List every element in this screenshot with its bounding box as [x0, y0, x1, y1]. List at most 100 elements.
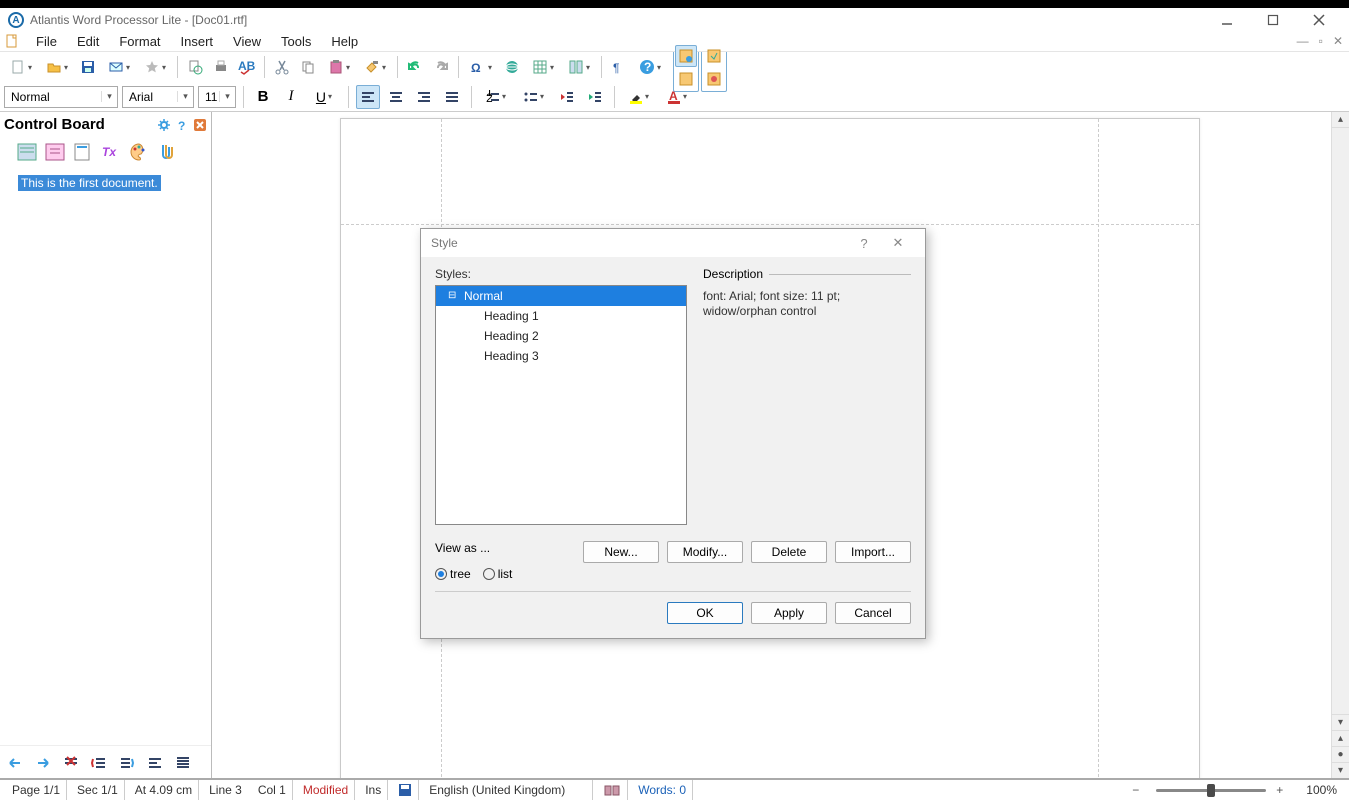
cb-tab-list-icon[interactable] — [44, 141, 66, 163]
status-page[interactable]: Page 1/1 — [6, 780, 67, 800]
cb-tab-headings-icon[interactable] — [16, 141, 38, 163]
styles-listbox[interactable]: Normal Heading 1 Heading 2 Heading 3 — [435, 285, 687, 525]
mail-button[interactable]: ▾ — [102, 55, 136, 79]
status-language[interactable]: English (United Kingdom) — [423, 780, 593, 800]
help-icon[interactable]: ? — [175, 118, 189, 132]
scroll-up-icon[interactable]: ▴ — [1332, 112, 1349, 128]
cb-tab-styles-icon[interactable]: Tx — [100, 141, 122, 163]
maximize-button[interactable] — [1261, 8, 1285, 32]
menu-tools[interactable]: Tools — [271, 32, 321, 51]
status-zoom[interactable]: 100% — [1294, 780, 1343, 800]
new-document-button[interactable]: ▾ — [4, 55, 38, 79]
mdi-minimize[interactable]: — — [1297, 34, 1309, 48]
scroll-track[interactable] — [1332, 128, 1349, 714]
font-color-button[interactable]: A▾ — [660, 85, 694, 109]
paragraph-marks-button[interactable]: ¶ — [607, 55, 631, 79]
redo-button[interactable] — [429, 55, 453, 79]
columns-button[interactable]: ▾ — [562, 55, 596, 79]
style-item-heading3[interactable]: Heading 3 — [436, 346, 686, 366]
browse-object-icon[interactable]: ● — [1332, 746, 1349, 762]
menu-view[interactable]: View — [223, 32, 271, 51]
cut-button[interactable] — [270, 55, 294, 79]
panel-toggle-1[interactable] — [675, 45, 697, 67]
cb-tab-clips-icon[interactable] — [156, 141, 178, 163]
paste-button[interactable]: ▾ — [322, 55, 356, 79]
ok-button[interactable]: OK — [667, 602, 743, 624]
nav-promote-icon[interactable] — [116, 752, 138, 774]
bold-button[interactable]: B — [251, 85, 275, 109]
align-justify-button[interactable] — [440, 85, 464, 109]
hyperlink-button[interactable] — [500, 55, 524, 79]
style-item-normal[interactable]: Normal — [436, 286, 686, 306]
print-preview-button[interactable] — [183, 55, 207, 79]
status-ins[interactable]: Ins — [359, 780, 388, 800]
menu-file[interactable]: File — [26, 32, 67, 51]
font-combo[interactable]: Arial▾ — [122, 86, 194, 108]
table-button[interactable]: ▾ — [526, 55, 560, 79]
status-line[interactable]: Line 3 — [203, 780, 248, 800]
new-style-button[interactable]: New... — [583, 541, 659, 563]
nav-demote-icon[interactable] — [88, 752, 110, 774]
align-left-button[interactable] — [356, 85, 380, 109]
align-center-button[interactable] — [384, 85, 408, 109]
view-as-tree-radio[interactable]: tree — [435, 567, 471, 581]
status-save-icon[interactable] — [392, 780, 419, 800]
status-book-icon[interactable] — [597, 780, 628, 800]
nav-collapse-icon[interactable] — [144, 752, 166, 774]
vertical-scrollbar[interactable]: ▴ ▾ ▴ ● ▾ — [1331, 112, 1349, 778]
minimize-button[interactable] — [1215, 8, 1239, 32]
numbered-list-button[interactable]: 12▾ — [479, 85, 513, 109]
highlight-button[interactable]: ▾ — [622, 85, 656, 109]
status-modified[interactable]: Modified — [297, 780, 355, 800]
dialog-titlebar[interactable]: Style ? ✕ — [421, 229, 925, 257]
zoom-slider-thumb[interactable] — [1207, 784, 1215, 797]
format-painter-button[interactable]: ▾ — [358, 55, 392, 79]
italic-button[interactable]: I — [279, 85, 303, 109]
undo-button[interactable] — [403, 55, 427, 79]
zoom-out-button[interactable]: − — [1132, 783, 1146, 797]
mdi-close[interactable]: ✕ — [1333, 34, 1343, 48]
copy-button[interactable] — [296, 55, 320, 79]
close-button[interactable] — [1307, 8, 1331, 32]
zoom-in-button[interactable]: + — [1276, 783, 1290, 797]
import-style-button[interactable]: Import... — [835, 541, 911, 563]
align-right-button[interactable] — [412, 85, 436, 109]
next-page-icon[interactable]: ▾ — [1332, 762, 1349, 778]
menu-format[interactable]: Format — [109, 32, 170, 51]
status-at[interactable]: At 4.09 cm — [129, 780, 199, 800]
scroll-down-icon[interactable]: ▾ — [1332, 714, 1349, 730]
prev-page-icon[interactable]: ▴ — [1332, 730, 1349, 746]
panel-toggle-4[interactable] — [703, 68, 725, 90]
font-size-combo[interactable]: 11▾ — [198, 86, 236, 108]
cancel-button[interactable]: Cancel — [835, 602, 911, 624]
cb-tab-palette-icon[interactable] — [128, 141, 150, 163]
nav-next-icon[interactable] — [32, 752, 54, 774]
increase-indent-button[interactable] — [583, 85, 607, 109]
menu-insert[interactable]: Insert — [171, 32, 224, 51]
decrease-indent-button[interactable] — [555, 85, 579, 109]
dialog-help-button[interactable]: ? — [847, 236, 881, 251]
menu-edit[interactable]: Edit — [67, 32, 109, 51]
menu-help[interactable]: Help — [321, 32, 368, 51]
heading-entry[interactable]: This is the first document. — [18, 175, 161, 191]
style-combo[interactable]: Normal▾ — [4, 86, 118, 108]
dialog-close-button[interactable]: ✕ — [881, 235, 915, 251]
help-button[interactable]: ?▾ — [633, 55, 667, 79]
nav-prev-icon[interactable] — [4, 752, 26, 774]
favorite-button[interactable]: ▾ — [138, 55, 172, 79]
view-as-list-radio[interactable]: list — [483, 567, 513, 581]
symbol-button[interactable]: Ω▾ — [464, 55, 498, 79]
style-item-heading2[interactable]: Heading 2 — [436, 326, 686, 346]
open-button[interactable]: ▾ — [40, 55, 74, 79]
cb-tab-bookmarks-icon[interactable] — [72, 141, 94, 163]
modify-style-button[interactable]: Modify... — [667, 541, 743, 563]
bullet-list-button[interactable]: ▾ — [517, 85, 551, 109]
status-sec[interactable]: Sec 1/1 — [71, 780, 125, 800]
close-panel-icon[interactable] — [193, 118, 207, 132]
delete-style-button[interactable]: Delete — [751, 541, 827, 563]
status-col[interactable]: Col 1 — [252, 780, 293, 800]
zoom-slider[interactable] — [1156, 789, 1266, 792]
underline-button[interactable]: U▾ — [307, 85, 341, 109]
save-button[interactable] — [76, 55, 100, 79]
gear-icon[interactable] — [157, 118, 171, 132]
